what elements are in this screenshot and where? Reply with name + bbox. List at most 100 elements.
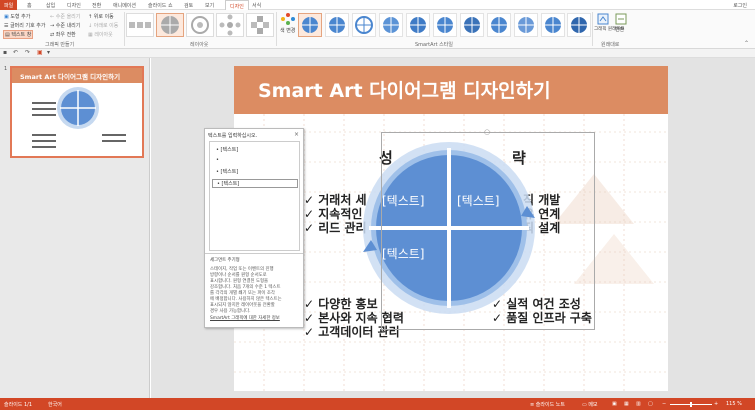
- change-colors-label: 색 변경: [280, 28, 296, 34]
- text-pane-item-text: [텍스트]: [220, 169, 239, 175]
- zoom-level[interactable]: 115 %: [726, 401, 742, 407]
- group-separator: [276, 12, 277, 46]
- collapse-ribbon-icon[interactable]: ⌃: [744, 40, 749, 47]
- undo-icon[interactable]: ↶: [13, 49, 18, 56]
- tab-format[interactable]: 서식: [252, 2, 261, 9]
- start-slideshow-icon[interactable]: ▣: [37, 49, 43, 56]
- ribbon-tab-row: 파일 홈 삽입 디자인 전환 애니메이션 슬라이드 쇼 검토 보기 디자인 서식…: [0, 0, 755, 11]
- tab-transitions[interactable]: 전환: [92, 2, 101, 9]
- tab-home[interactable]: 홈: [27, 2, 32, 9]
- smartart-style-11[interactable]: [567, 13, 591, 37]
- customize-toolbar-icon[interactable]: ▾: [47, 49, 50, 56]
- smartart-style-3[interactable]: [352, 13, 376, 37]
- smartart-style-5[interactable]: [406, 13, 430, 37]
- layout-button[interactable]: ▦ 레이아웃: [88, 31, 113, 38]
- rotation-handle-icon[interactable]: ○: [484, 128, 490, 136]
- slide-sorter-icon[interactable]: ▦: [624, 401, 629, 407]
- status-bar: 슬라이드 1/1 한국어 ≡ 슬라이드 노트 ▭ 메모 ▣ ▦ ▥ ▢ − + …: [0, 398, 755, 410]
- text-pane-list: • [텍스트] • • [텍스트] • [텍스트]: [209, 141, 300, 251]
- move-down-label: 아래로 이동: [93, 23, 119, 29]
- text-pane-item-4[interactable]: • [텍스트]: [212, 179, 298, 188]
- layout-option-3[interactable]: [186, 13, 214, 37]
- zoom-in-button[interactable]: +: [714, 401, 718, 407]
- segment-top-right-text[interactable]: [텍스트]: [457, 192, 499, 209]
- group-separator: [124, 12, 125, 46]
- redo-icon[interactable]: ↷: [25, 49, 30, 56]
- style-preview-icon: [491, 17, 507, 33]
- add-shape-button[interactable]: ▣ 도형 추가: [4, 13, 30, 20]
- language-indicator[interactable]: 한국어: [48, 401, 62, 408]
- text-pane-header: 텍스트를 입력하십시오.: [208, 133, 258, 139]
- change-colors-button[interactable]: 색 변경: [279, 13, 297, 39]
- add-bullet-button[interactable]: ☰ 글머리 기호 추가: [4, 22, 45, 29]
- tab-slideshow[interactable]: 슬라이드 쇼: [148, 2, 173, 9]
- tab-insert[interactable]: 삽입: [46, 2, 55, 9]
- segment-top-left-text[interactable]: [텍스트]: [382, 192, 424, 209]
- layout-description-line: 경우 사용 가능합니다.: [210, 309, 251, 314]
- sign-in-link[interactable]: 로그인: [733, 2, 747, 9]
- zoom-slider-thumb[interactable]: [690, 402, 692, 407]
- right-to-left-button[interactable]: ⇄ 좌우 전환: [50, 31, 76, 38]
- text-pane-label: 텍스트 창: [11, 32, 32, 38]
- thumbnail-text-lines: [32, 134, 56, 148]
- style-preview-icon: [545, 17, 561, 33]
- tab-review[interactable]: 검토: [184, 2, 193, 9]
- smartart-style-7[interactable]: [460, 13, 484, 37]
- radial-layout-icon: [219, 14, 241, 36]
- bullet-item: ✓ 거래처 세: [304, 193, 367, 207]
- layout-option-1[interactable]: [126, 13, 154, 37]
- process-layout-icon: [129, 22, 151, 28]
- style-preview-icon: [302, 17, 318, 33]
- layout-option-segmented-cycle[interactable]: [156, 13, 184, 37]
- convert-icon: [615, 13, 627, 25]
- smartart-style-2[interactable]: [325, 13, 349, 37]
- smartart-selection-frame: [381, 132, 595, 330]
- text-pane-divider: [205, 253, 303, 254]
- normal-view-icon[interactable]: ▣: [612, 401, 617, 407]
- reading-view-icon[interactable]: ▥: [636, 401, 641, 407]
- reset-graphic-button[interactable]: 그래픽 원래대로: [594, 13, 624, 39]
- tab-view[interactable]: 보기: [205, 2, 214, 9]
- smartart-style-1[interactable]: [298, 13, 322, 37]
- segmented-cycle-icon: [161, 16, 179, 34]
- promote-button[interactable]: ← 수준 올리기: [50, 13, 80, 20]
- bullet-item: ✓ 지속적인: [304, 207, 363, 221]
- style-preview-icon: [464, 17, 480, 33]
- move-down-button[interactable]: ↓ 아래로 이동: [88, 22, 118, 29]
- thumbnail-text-lines: [102, 134, 126, 142]
- text-pane-item-text: [텍스트]: [221, 181, 240, 187]
- tab-design[interactable]: 디자인: [67, 2, 81, 9]
- save-icon[interactable]: ▪: [3, 49, 7, 56]
- quick-access-toolbar: ▪ ↶ ↷ ▣ ▾: [0, 49, 755, 58]
- segment-bottom-left-text[interactable]: [텍스트]: [382, 245, 424, 262]
- right-to-left-label: 좌우 전환: [55, 32, 76, 38]
- convert-label: 변환: [615, 27, 625, 33]
- layout-option-5[interactable]: [246, 13, 274, 37]
- convert-button[interactable]: 변환: [614, 13, 628, 39]
- move-up-button[interactable]: ↑ 위로 이동: [88, 13, 114, 20]
- smartart-style-9[interactable]: [514, 13, 538, 37]
- zoom-out-button[interactable]: −: [662, 401, 666, 407]
- smartart-style-4[interactable]: [379, 13, 403, 37]
- smartart-style-8[interactable]: [487, 13, 511, 37]
- tab-file[interactable]: 파일: [0, 0, 18, 10]
- smartart-help-link[interactable]: SmartArt 그래픽에 대한 자세한 정보: [210, 315, 280, 321]
- text-pane-item-3[interactable]: • [텍스트]: [216, 168, 238, 175]
- powerpoint-window: 파일 홈 삽입 디자인 전환 애니메이션 슬라이드 쇼 검토 보기 디자인 서식…: [0, 0, 755, 410]
- demote-button[interactable]: → 수준 내리기: [50, 22, 80, 29]
- text-pane-item-1[interactable]: • [텍스트]: [216, 146, 238, 153]
- layout-option-4[interactable]: [216, 13, 244, 37]
- smartart-style-6[interactable]: [433, 13, 457, 37]
- text-pane-item-2[interactable]: •: [216, 157, 219, 163]
- notes-button[interactable]: ≡ 슬라이드 노트: [530, 401, 565, 408]
- comments-button[interactable]: ▭ 메모: [582, 401, 598, 408]
- slide-title[interactable]: Smart Art 다이어그램 디자인하기: [258, 76, 551, 103]
- slideshow-view-icon[interactable]: ▢: [648, 401, 653, 407]
- smartart-style-10[interactable]: [541, 13, 565, 37]
- slide-thumbnail-1[interactable]: Smart Art 다이어그램 디자인하기: [10, 66, 144, 158]
- style-preview-icon: [383, 17, 399, 33]
- close-icon[interactable]: ×: [294, 131, 299, 138]
- text-pane-button[interactable]: ▤ 텍스트 창: [3, 30, 34, 39]
- ribbon: ▣ 도형 추가 ☰ 글머리 기호 추가 ▤ 텍스트 창 ← 수준 올리기 → 수…: [0, 10, 755, 49]
- tab-animations[interactable]: 애니메이션: [113, 2, 136, 9]
